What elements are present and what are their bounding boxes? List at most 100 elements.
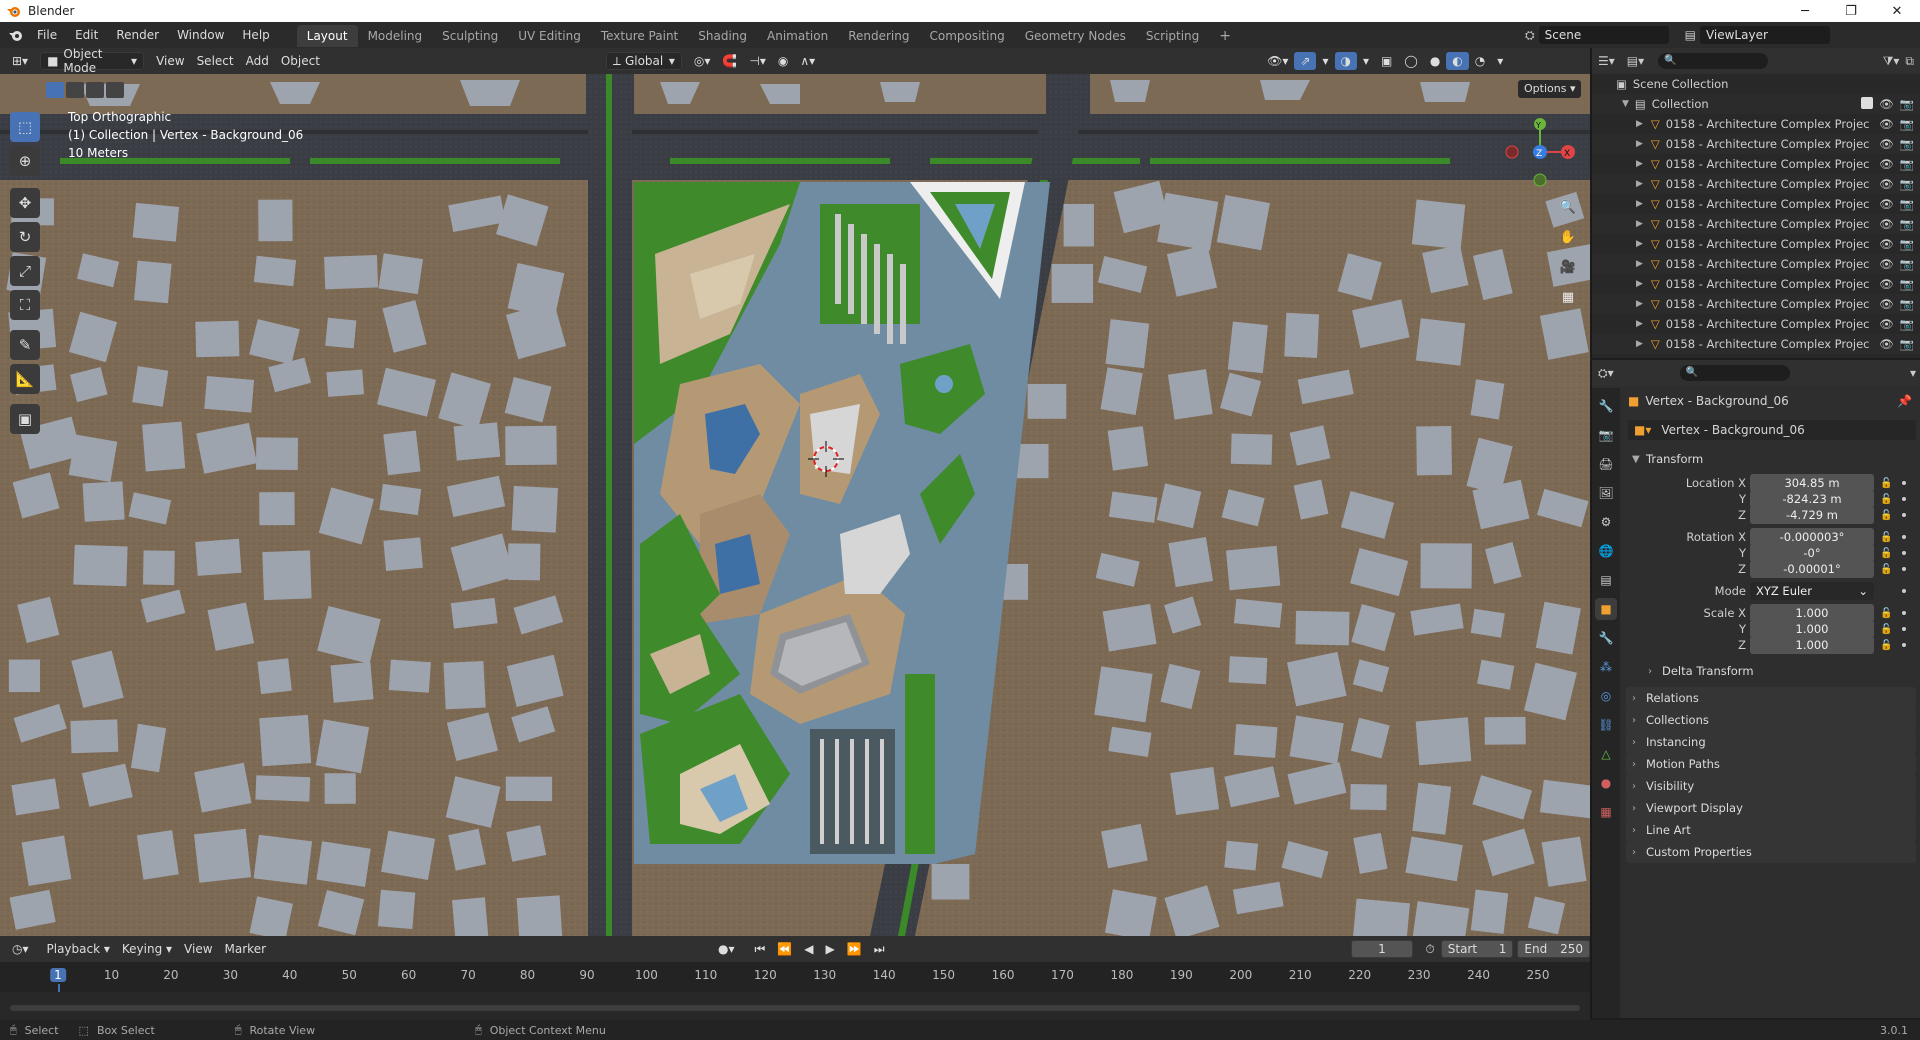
outliner-object-row[interactable]: ▶ ▽ 0158 - Architecture Complex Projec 👁 📷 [1592,174,1920,194]
pin-icon[interactable]: 📌 [1897,394,1912,408]
expand-arrow-icon[interactable]: ▶ [1636,139,1643,149]
cursor-tool-icon[interactable]: ⊕ [10,146,40,176]
expand-arrow-icon[interactable]: ▶ [1636,119,1643,129]
outliner-object-row[interactable]: ▶ ▽ 0158 - Architecture Complex Projec 👁 📷 [1592,154,1920,174]
options-button[interactable]: Options ▾ [1518,80,1582,98]
collection-exclude-checkbox[interactable] [1861,97,1874,109]
rotate-tool-icon[interactable]: ↻ [10,222,40,252]
eye-icon[interactable]: 👁 [1879,337,1894,351]
timeline-body[interactable] [0,992,1590,1020]
camera-icon[interactable]: 📷 [1900,217,1914,231]
snap-icon[interactable]: 🧲 [716,52,743,70]
tool-tab-icon[interactable]: 🔧 [1595,395,1617,417]
expand-arrow-icon[interactable]: ▶ [1636,279,1643,289]
outliner-editor-type-icon[interactable]: ☰▾ [1598,54,1615,68]
keyframe-dot[interactable] [1902,611,1906,615]
object-datablock-field[interactable]: ■▾ Vertex - Background_06 [1628,420,1916,440]
expand-arrow-icon[interactable]: ▶ [1636,319,1643,329]
transform-panel-header[interactable]: ▼ Transform [1626,448,1916,470]
menu-render[interactable]: Render [107,22,168,48]
outliner-object-row[interactable]: ▶ ▽ 0158 - Architecture Complex Projec 👁 📷 [1592,314,1920,334]
add-cube-tool-icon[interactable]: ▣ [10,404,40,434]
keyframe-dot[interactable] [1902,481,1906,485]
keyframe-dot[interactable] [1902,627,1906,631]
expand-arrow-icon[interactable]: ▶ [1636,259,1643,269]
outliner-search-input[interactable]: 🔍 [1658,53,1769,69]
outliner-object-row[interactable]: ▶ ▽ 0158 - Architecture Complex Projec 👁 📷 [1592,114,1920,134]
pivot-icon[interactable]: ◎▾ [688,52,717,70]
jump-keyframe-forward-icon[interactable]: ⏩ [841,940,868,958]
camera-icon[interactable]: 📷 [1900,97,1914,111]
display-mode-icon[interactable]: ▤▾ [1627,54,1644,68]
overlay-toggle-icon[interactable]: ◑ [1334,52,1357,70]
tab-modeling[interactable]: Modeling [358,25,433,47]
solid-shading-icon[interactable]: ● [1424,52,1446,70]
zoom-icon[interactable]: 🔍 [1555,194,1581,220]
outliner-object-row[interactable]: ▶ ▽ 0158 - Architecture Complex Projec 👁 📷 [1592,134,1920,154]
3d-viewport[interactable]: Top Orthographic (1) Collection | Vertex… [0,74,1590,936]
jump-start-icon[interactable]: ⏮ [749,940,772,958]
ortho-grid-icon[interactable]: ▦ [1555,284,1581,310]
motion-paths-panel-header[interactable]: › Motion Paths [1626,753,1916,775]
gizmo-toggle-icon[interactable]: ⇗ [1294,52,1317,70]
viewlayer-icon[interactable]: ▤ [1685,28,1696,42]
camera-icon[interactable]: 📷 [1900,297,1914,311]
eye-icon[interactable]: 👁 [1879,137,1894,151]
blender-menu-icon[interactable] [8,27,24,43]
keyframe-dot[interactable] [1902,497,1906,501]
scale-tool-icon[interactable]: ⤢ [10,256,40,286]
eye-icon[interactable]: 👁 [1879,257,1894,271]
expand-arrow-icon[interactable]: ▶ [1636,159,1643,169]
eye-icon[interactable]: 👁 [1879,157,1894,171]
end-frame-field[interactable]: End 250 [1517,940,1590,958]
scale-z-field[interactable]: 1.000 [1750,636,1874,654]
current-frame-marker[interactable]: 1 [50,968,66,982]
navigation-gizmo[interactable]: Y Z X [1500,112,1580,192]
camera-icon[interactable]: 📷 [1900,337,1914,351]
jump-keyframe-back-icon[interactable]: ⏪ [771,940,798,958]
eye-icon[interactable]: 👁 [1879,117,1894,131]
eye-icon[interactable]: 👁 [1879,177,1894,191]
relations-panel-header[interactable]: › Relations [1626,687,1916,709]
expand-arrow-icon[interactable]: ▶ [1636,179,1643,189]
camera-icon[interactable]: 📷 [1900,197,1914,211]
rotation-mode-dropdown[interactable]: XYZ Euler ⌄ [1750,582,1874,600]
select-intersect-icon[interactable] [106,82,124,98]
outliner-object-row[interactable]: ▶ ▽ 0158 - Architecture Complex Projec 👁 📷 [1592,294,1920,314]
minimize-button[interactable]: ─ [1782,0,1828,22]
select-subtract-icon[interactable] [86,82,104,98]
lock-icon[interactable]: 🔓 [1880,608,1892,619]
expand-arrow-icon[interactable]: ▶ [1636,299,1643,309]
particles-tab-icon[interactable]: ⁂ [1595,656,1617,678]
eye-icon[interactable]: 👁 [1879,237,1894,251]
tab-texture-paint[interactable]: Texture Paint [591,25,688,47]
move-tool-icon[interactable]: ✥ [10,188,40,218]
lock-icon[interactable]: 🔓 [1880,478,1892,489]
new-collection-icon[interactable]: ⧉ [1905,54,1914,69]
menu-select[interactable]: Select [191,52,240,70]
scene-icon[interactable]: ⛭ [1525,28,1535,43]
keyframe-dot[interactable] [1902,513,1906,517]
camera-icon[interactable]: 📷 [1900,117,1914,131]
visibility-panel-header[interactable]: › Visibility [1626,775,1916,797]
outliner-object-row[interactable]: ▶ ▽ 0158 - Architecture Complex Projec 👁 📷 [1592,334,1920,354]
stopwatch-icon[interactable]: ⏱ [1419,940,1440,958]
camera-icon[interactable]: 📷 [1900,177,1914,191]
eye-icon[interactable]: 👁 [1879,317,1894,331]
xray-icon[interactable]: ▣ [1375,52,1398,70]
menu-window[interactable]: Window [168,22,233,48]
lock-icon[interactable]: 🔓 [1880,494,1892,505]
play-icon[interactable]: ▶ [820,940,841,958]
expand-collection-icon[interactable]: ▼ [1622,99,1629,109]
maximize-button[interactable]: ❐ [1828,0,1874,22]
playback-menu[interactable]: Playback ▾ [41,940,116,958]
collection-tab-icon[interactable]: ▤ [1595,569,1617,591]
marker-menu[interactable]: Marker [219,940,272,958]
tab-animation[interactable]: Animation [757,25,838,47]
collections-panel-header[interactable]: › Collections [1626,709,1916,731]
location-z-field[interactable]: -4.729 m [1750,506,1874,524]
delta-transform-header[interactable]: › Delta Transform [1642,660,1916,682]
camera-icon[interactable]: 📷 [1900,137,1914,151]
lock-icon[interactable]: 🔓 [1880,532,1892,543]
viewport-display-panel-header[interactable]: › Viewport Display [1626,797,1916,819]
